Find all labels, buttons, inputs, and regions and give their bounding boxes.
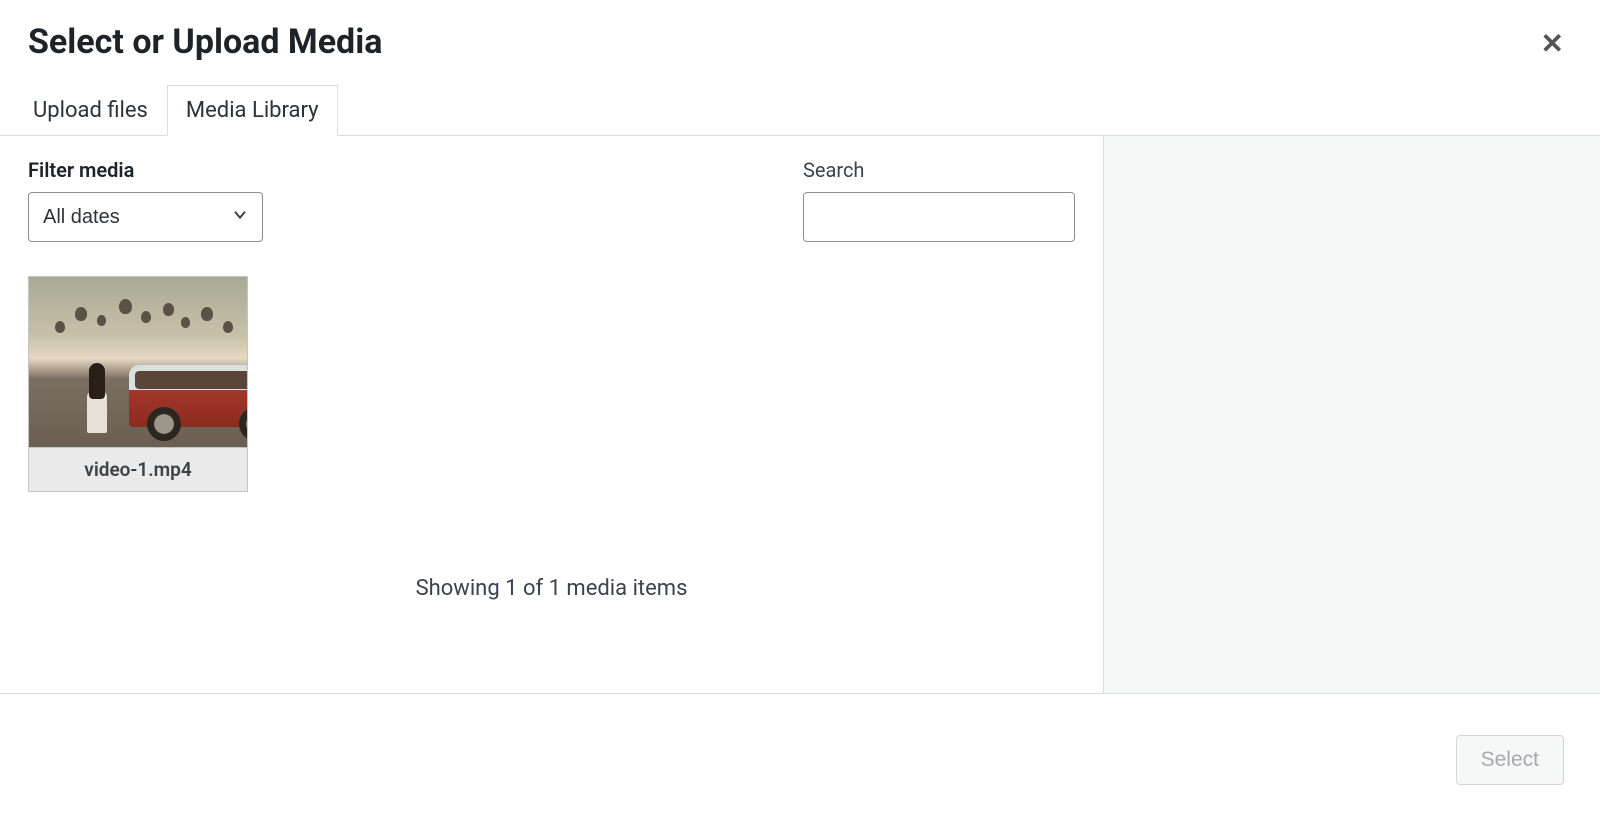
modal-title: Select or Upload Media	[28, 22, 382, 62]
media-item[interactable]: video-1.mp4	[28, 276, 248, 492]
select-button[interactable]: Select	[1456, 735, 1564, 785]
media-thumbnail	[29, 277, 247, 447]
tabs: Upload files Media Library	[0, 66, 1600, 136]
media-grid: video-1.mp4	[28, 276, 1075, 492]
attachment-details-sidebar	[1104, 136, 1600, 693]
tab-upload-files[interactable]: Upload files	[14, 85, 167, 136]
modal-footer: Select	[0, 693, 1600, 825]
media-status-text: Showing 1 of 1 media items	[28, 576, 1075, 601]
search-label: Search	[803, 158, 1075, 182]
tab-media-library[interactable]: Media Library	[167, 85, 338, 136]
close-button[interactable]: ✕	[1533, 22, 1572, 66]
media-filename: video-1.mp4	[29, 447, 247, 491]
date-filter-select[interactable]: All dates	[28, 192, 263, 242]
close-icon: ✕	[1541, 27, 1564, 60]
filter-media-label: Filter media	[28, 158, 263, 182]
media-library-panel: Filter media All dates Search	[0, 136, 1104, 693]
search-input[interactable]	[803, 192, 1075, 242]
